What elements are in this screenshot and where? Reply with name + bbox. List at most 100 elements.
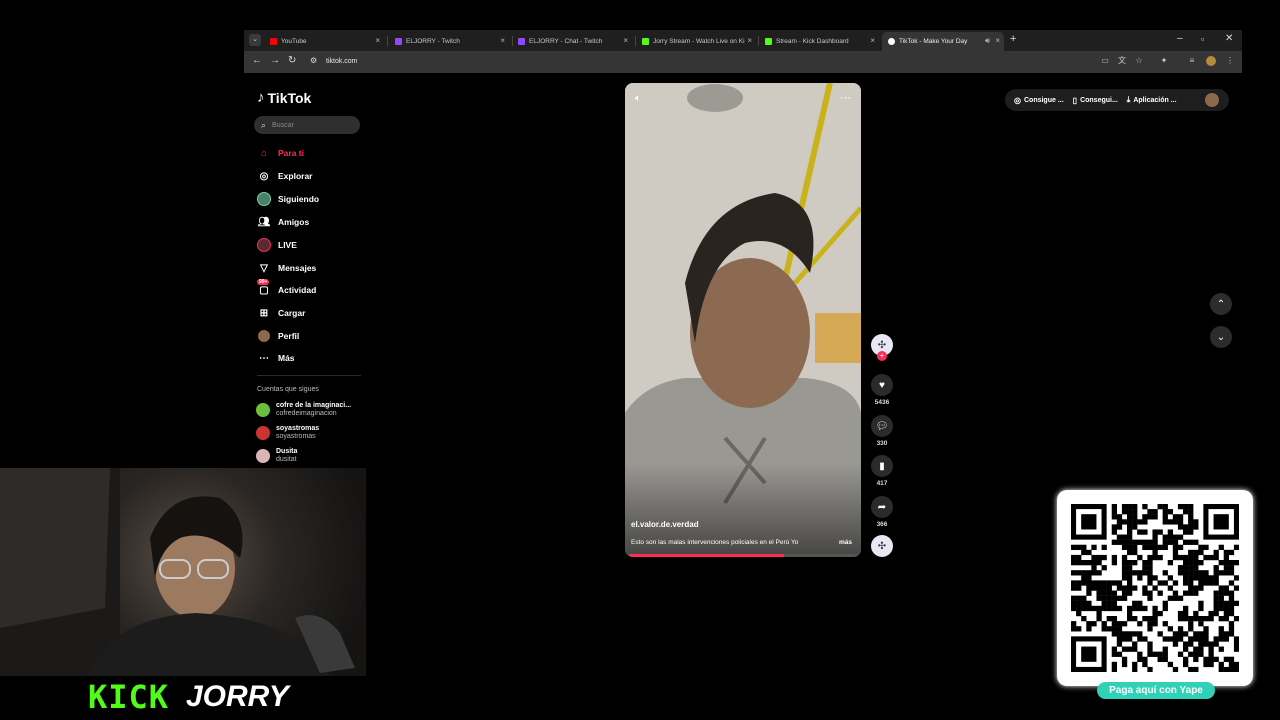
top-right-label: Consigue ... [1023,96,1064,104]
tab-kick-dashboard[interactable]: Stream - Kick Dashboard × [759,32,879,51]
search-icon: ⌕ [261,119,267,130]
yape-payment-button[interactable]: Paga aquí con Yape [1097,682,1215,699]
tiktok-logo[interactable]: ♪ TikTok [257,89,311,106]
back-icon[interactable]: ← [252,55,262,66]
nav-item-mensajes[interactable]: ▽ Mensajes [257,259,316,277]
tab-title: ELJORRY - Twitch [406,38,460,45]
music-disc-button[interactable]: ✣ [870,535,894,557]
tab-youtube[interactable]: YouTube × [264,32,384,51]
top-right-label: Aplicación ... [1133,96,1177,104]
close-tab-icon[interactable]: × [747,36,752,45]
comment-icon: 💬︎ [871,415,893,437]
nav-item-amigos[interactable]: 👥︎ Amigos [257,213,310,231]
previous-video-button[interactable]: ⌃ [1210,293,1232,315]
more-options-icon[interactable]: ⋯ [840,91,851,104]
nav-label: Explorar [278,171,313,181]
extensions-icon[interactable]: ✦ [1159,56,1169,66]
tab-kick-stream[interactable]: Jorry Stream - Watch Live on Ki × [636,32,756,51]
profile-avatar-icon[interactable] [1206,56,1216,66]
tab-twitch-chat[interactable]: ELJORRY - Chat - Twitch × [512,32,632,51]
tab-twitch[interactable]: ELJORRY - Twitch × [389,32,509,51]
nav-label: Siguiendo [278,194,320,204]
close-tab-icon[interactable]: × [995,36,1000,45]
video-author[interactable]: el.valor.de.verdad [631,520,699,529]
video-player[interactable]: 🔈︎ ⋯ el.valor.de.verdad Esto son las mal… [625,83,861,557]
nav-item-mas[interactable]: ⋯ Más [257,349,295,367]
youtube-icon [270,38,277,45]
search-placeholder: Buscar [272,121,294,129]
next-video-button[interactable]: ⌄ [1210,326,1232,348]
forward-icon[interactable]: → [270,55,280,66]
chevron-down-icon: ⌄ [1216,331,1226,343]
messages-icon: ▽ [260,262,268,274]
close-tab-icon[interactable]: × [375,36,380,45]
close-tab-icon[interactable]: × [623,36,628,45]
avatar[interactable] [1205,93,1219,107]
minimize-button[interactable]: – [1177,33,1183,44]
tab-title: Stream - Kick Dashboard [776,38,849,45]
video-progress-bar[interactable] [629,554,857,557]
avatar [256,426,270,440]
following-account[interactable]: Dusita dusitat [256,445,297,467]
twitch-icon [518,38,525,45]
profile-icon [257,329,271,343]
coin-icon: ◎ [1014,95,1021,105]
save-count: 417 [876,480,888,487]
close-tab-icon[interactable]: × [870,36,875,45]
nav-item-cargar[interactable]: ⊞ Cargar [257,304,306,322]
media-control-icon[interactable]: ≡ [1187,56,1197,66]
tab-tiktok[interactable]: TikTok - Make Your Day 🔊︎ × [882,32,1004,51]
author-avatar-button[interactable]: ✣ + [870,334,894,361]
activity-badge: 99+ [257,279,270,285]
kick-icon [765,38,772,45]
new-tab-button[interactable]: + [1010,33,1016,45]
share-button[interactable]: ➦ 366 [870,496,894,528]
nav-item-actividad[interactable]: ▢ 99+ Actividad [257,279,317,299]
close-tab-icon[interactable]: × [500,36,505,45]
live-icon [257,238,271,252]
nav-label: Cargar [278,308,306,318]
nav-item-live[interactable]: LIVE [257,236,297,254]
speaker-icon[interactable]: 🔊︎ [985,36,990,46]
save-button[interactable]: ▮ 417 [870,455,894,487]
search-input[interactable]: ⌕ Buscar [254,116,360,134]
kick-logo: KICK [88,678,170,716]
url-field[interactable]: tiktok.com [326,55,1106,69]
get-app-button[interactable]: ▯ Consegui... [1073,96,1118,105]
site-info-icon[interactable]: ⚙︎ [310,56,317,65]
sidebar-divider [257,375,361,376]
qr-code-icon [1071,504,1239,672]
close-window-button[interactable]: ✕ [1225,33,1233,44]
following-account[interactable]: cofre de la imaginaci... cofredeimaginac… [256,399,351,421]
reload-icon[interactable]: ↻ [288,55,296,66]
avatar [256,449,270,463]
following-account[interactable]: soyastromas soyastromas [256,422,319,444]
caption-more-link[interactable]: más [839,539,852,546]
nav-item-siguiendo[interactable]: Siguiendo [257,190,319,208]
nav-item-explorar[interactable]: ◎ Explorar [257,167,313,185]
translate-icon[interactable]: 文 [1117,56,1127,66]
nav-item-para-ti[interactable]: ⌂ Para ti [257,144,304,162]
browser-menu-icon[interactable]: ⋮ [1225,56,1235,66]
get-coins-button[interactable]: ◎ Consigue ... [1014,96,1064,105]
webcam-overlay [0,468,366,676]
maximize-button[interactable]: ▫ [1201,34,1204,44]
cast-icon[interactable]: ▭ [1100,56,1110,66]
nav-label: Actividad [278,285,317,295]
url-text: tiktok.com [326,58,358,65]
download-icon: ⤓ [1126,95,1131,104]
upload-icon: ⊞ [259,307,269,319]
like-button[interactable]: ♥ 5436 [870,374,894,406]
nav-item-perfil[interactable]: Perfil [257,327,299,345]
download-app-button[interactable]: ⤓ Aplicación ... [1127,95,1177,105]
heart-icon: ♥ [871,374,893,396]
bookmark-star-icon[interactable]: ☆ [1134,56,1144,66]
kick-icon [642,38,649,45]
streamer-name: JORRY [186,680,289,713]
volume-icon[interactable]: 🔈︎ [635,93,641,104]
top-right-toolbar: ◎ Consigue ... ▯ Consegui... ⤓ Aplicación .… [1005,89,1229,111]
tiktok-logo-icon: ♪ [257,89,265,106]
comment-button[interactable]: 💬︎ 330 [870,415,894,447]
follow-plus-icon[interactable]: + [877,351,887,361]
tab-search-button[interactable]: ⌄ [249,34,261,46]
